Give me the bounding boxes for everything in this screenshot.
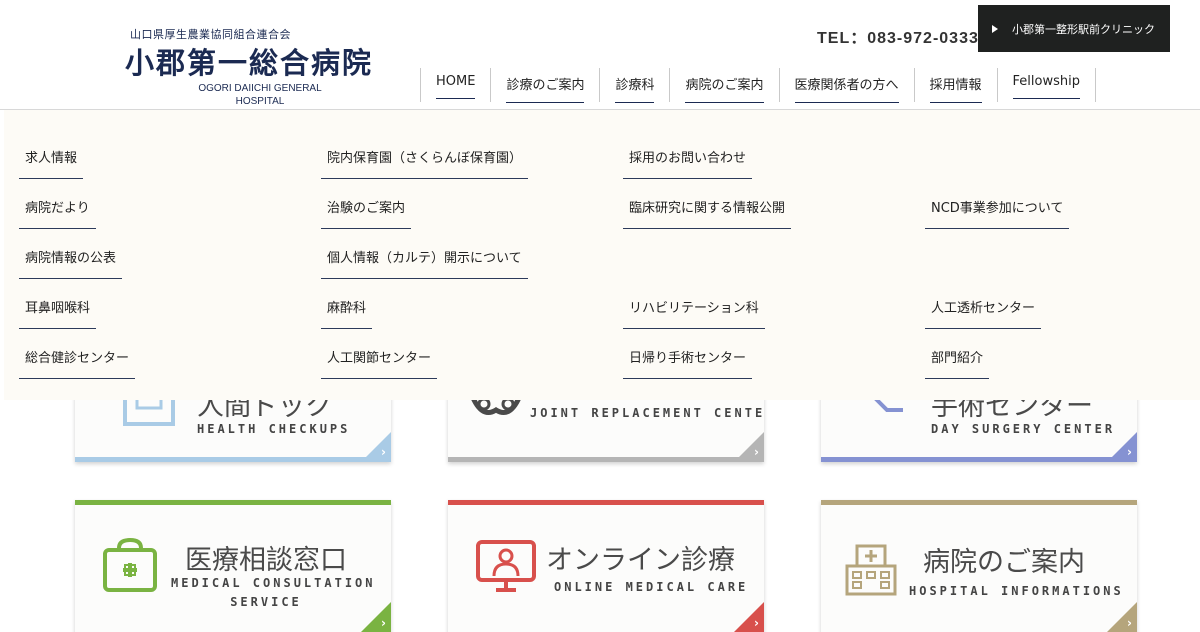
chevron-right-icon: › (754, 616, 759, 630)
card-title: オンライン診療 (546, 545, 735, 576)
chevron-right-icon: › (381, 445, 386, 459)
tel-number[interactable]: TEL：083-972-0333 (817, 24, 979, 48)
mega-link[interactable]: NCD事業参加について (925, 197, 1070, 229)
chevron-right-icon: › (754, 445, 759, 459)
nav-label: 採用情報 (929, 68, 982, 103)
card-subtitle-line1: MEDICAL CONSULTATION (171, 576, 376, 590)
mega-link[interactable]: 採用のお問い合わせ (623, 147, 753, 179)
mega-menu-dropdown: 求人情報 病院だより 病院情報の公表 耳鼻咽喉科 総合健診センター 院内保育園（… (4, 110, 1200, 400)
nav-for-professionals[interactable]: 医療関係者の方へ (778, 68, 914, 103)
mega-link[interactable]: 人工関節センター (321, 347, 438, 379)
nav-label: 診療のご案内 (506, 68, 585, 103)
hospital-name-en-line2: HOSPITAL (235, 96, 285, 107)
nav-medical-guide[interactable]: 診療のご案内 (490, 68, 599, 103)
mega-link[interactable]: 人工透析センター (925, 297, 1042, 329)
card-subtitle-line2: SERVICE (230, 595, 302, 609)
hospital-logo[interactable]: 小郡第一総合病院 (125, 40, 373, 82)
nav-label: 病院のご案内 (685, 68, 764, 103)
doctor-monitor-icon (476, 540, 536, 592)
global-nav: HOME 診療のご案内 診療科 病院のご案内 医療関係者の方へ 採用情報 Fel… (420, 68, 1096, 103)
card-subtitle: MEDICAL CONSULTATION SERVICE (171, 574, 376, 612)
nav-home[interactable]: HOME (420, 68, 490, 102)
mega-link[interactable]: 求人情報 (19, 147, 84, 179)
clinic-link-button[interactable]: 小郡第一整形駅前クリニック (978, 5, 1170, 52)
card-title: 病院のご案内 (923, 547, 1085, 578)
card-subtitle: HEALTH CHECKUPS (197, 422, 351, 436)
chevron-right-icon: › (381, 616, 386, 630)
nav-recruitment[interactable]: 採用情報 (913, 68, 997, 103)
card-hospital-info[interactable]: 病院のご案内 HOSPITAL INFORMATIONS › (821, 500, 1137, 632)
nav-label: 医療関係者の方へ (794, 68, 899, 103)
card-subtitle: JOINT REPLACEMENT CENTER (530, 406, 764, 420)
clinic-link-label: 小郡第一整形駅前クリニック (1012, 22, 1155, 36)
hospital-name-en: OGORI DAIICHI GENERAL HOSPITAL (170, 82, 350, 108)
card-title: 医療相談窓口 (185, 545, 347, 576)
hospital-building-icon (845, 544, 897, 596)
mega-link[interactable]: 治験のご案内 (321, 197, 412, 229)
mega-link[interactable]: 院内保育園（さくらんぼ保育園） (321, 147, 529, 179)
medical-kit-icon (103, 537, 157, 592)
hospital-name-en-line1: OGORI DAIICHI GENERAL (198, 83, 322, 94)
chevron-right-icon: › (1127, 445, 1132, 459)
mega-link[interactable]: 臨床研究に関する情報公開 (623, 197, 792, 229)
card-online-medical[interactable]: オンライン診療 ONLINE MEDICAL CARE › (448, 500, 764, 632)
nav-label: HOME (436, 68, 476, 99)
nav-departments[interactable]: 診療科 (599, 68, 669, 103)
mega-link[interactable]: 病院だより (19, 197, 96, 229)
play-triangle-icon (992, 24, 998, 33)
card-subtitle: DAY SURGERY CENTER (931, 422, 1116, 436)
nav-label: Fellowship (1012, 68, 1080, 99)
chevron-right-icon: › (1127, 616, 1132, 630)
nav-fellowship[interactable]: Fellowship (996, 68, 1096, 102)
mega-link[interactable]: 麻酔科 (321, 297, 373, 329)
card-subtitle: HOSPITAL INFORMATIONS (909, 584, 1124, 598)
mega-link[interactable]: 部門紹介 (925, 347, 990, 379)
mega-link[interactable]: 個人情報（カルテ）開示について (321, 247, 528, 279)
mega-link[interactable]: 日帰り手術センター (623, 347, 753, 379)
card-subtitle: ONLINE MEDICAL CARE (554, 580, 749, 594)
mega-link[interactable]: 総合健診センター (19, 347, 136, 379)
nav-label: 診療科 (615, 68, 655, 103)
nav-hospital-guide[interactable]: 病院のご案内 (669, 68, 778, 103)
mega-link[interactable]: 耳鼻咽喉科 (19, 297, 97, 329)
site-header: 山口県厚生農業協同組合連合会 小郡第一総合病院 OGORI DAIICHI GE… (0, 0, 1200, 110)
mega-link[interactable]: リハビリテーション科 (623, 297, 765, 329)
card-medical-consultation[interactable]: 医療相談窓口 MEDICAL CONSULTATION SERVICE › (75, 500, 391, 632)
mega-link[interactable]: 病院情報の公表 (19, 247, 123, 279)
